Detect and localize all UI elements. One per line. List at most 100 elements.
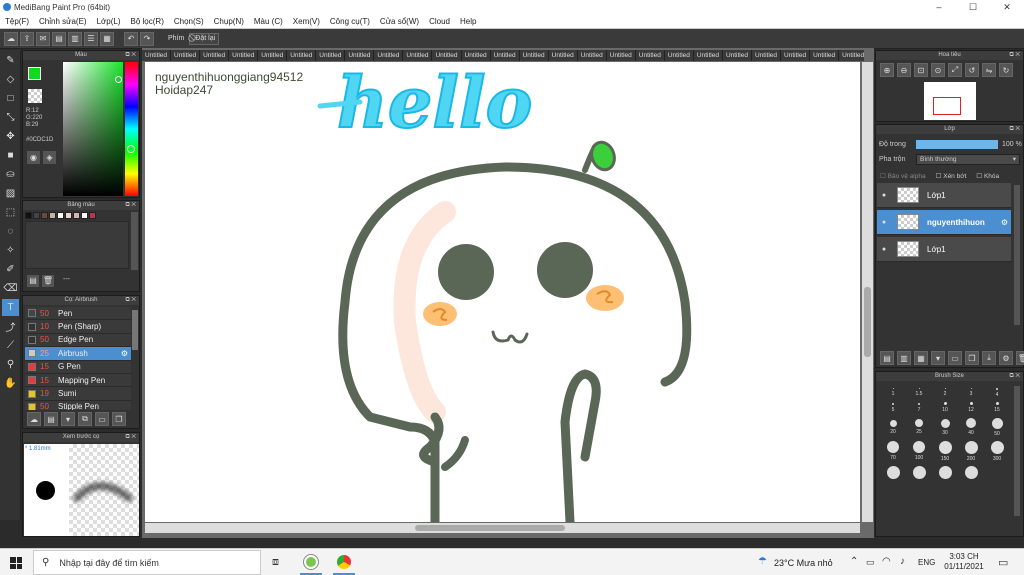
medibang-taskbar-icon[interactable]: [304, 555, 318, 569]
document-tab[interactable]: Untitled: [432, 50, 462, 61]
menu-item-5[interactable]: Chụp(N): [209, 17, 249, 26]
move-tool-icon[interactable]: ✥: [2, 128, 19, 145]
panel-controls-icon[interactable]: ⧉ ✕: [1009, 51, 1020, 60]
zoom-fit-icon[interactable]: ⊡: [914, 63, 928, 77]
palette-swatch[interactable]: [65, 212, 72, 219]
eraser-tool-icon[interactable]: ◇: [2, 71, 19, 88]
navigator-viewport[interactable]: [933, 97, 961, 115]
palette-swatch[interactable]: [81, 212, 88, 219]
lasso-tool-icon[interactable]: ◌: [2, 223, 19, 240]
brush-size-option[interactable]: 20: [880, 415, 906, 439]
document-tab[interactable]: Untitled: [345, 50, 375, 61]
new-palette-icon[interactable]: ▤: [27, 275, 39, 287]
redo-icon[interactable]: ↷: [140, 31, 154, 46]
undo-icon[interactable]: ↶: [124, 31, 138, 46]
document-tab[interactable]: Untitled: [520, 50, 549, 61]
brush-folder-icon[interactable]: ▭: [95, 412, 109, 426]
brush-size-option[interactable]: 150: [932, 439, 958, 463]
duplicate-layer-icon[interactable]: ❐: [965, 351, 979, 365]
brush-add-icon[interactable]: ▤: [44, 412, 58, 426]
new-halftone-layer-icon[interactable]: ▥: [897, 351, 911, 365]
divide-tool-icon[interactable]: ⟋: [2, 337, 19, 354]
palette-swatch[interactable]: [49, 212, 56, 219]
menu-item-7[interactable]: Xem(V): [288, 17, 325, 26]
brush-list-scrollbar[interactable]: [132, 310, 138, 350]
brush-item[interactable]: 50 Stipple Pen: [25, 400, 131, 410]
add-layer-menu-icon[interactable]: ▾: [931, 351, 945, 365]
rotate-left-icon[interactable]: ↺: [965, 63, 979, 77]
hand-tool-icon[interactable]: ✋: [2, 375, 19, 392]
select-eraser-tool-icon[interactable]: ⌫: [2, 280, 19, 297]
saturation-value-square[interactable]: [63, 62, 123, 196]
document-tab[interactable]: Untitled: [607, 50, 636, 61]
document-tab[interactable]: Untitled: [200, 50, 230, 61]
palette-swatch[interactable]: [41, 212, 48, 219]
cloud-icon[interactable]: ☁: [4, 31, 18, 46]
palette-swatch[interactable]: [25, 212, 32, 219]
maximize-button[interactable]: ☐: [956, 0, 990, 15]
layer-visibility-icon[interactable]: ●: [877, 192, 891, 199]
list-icon[interactable]: ☰: [84, 31, 98, 46]
document-tab[interactable]: Untitled: [723, 50, 752, 61]
brush-size-option[interactable]: 2: [932, 385, 958, 400]
layer-row[interactable]: ● Lớp1: [877, 237, 1011, 262]
document-tab[interactable]: Untitled: [781, 50, 811, 61]
brush-size-option[interactable]: 300: [984, 439, 1010, 463]
color-picker-icon[interactable]: ◈: [43, 151, 56, 164]
comment-icon[interactable]: ✉: [36, 31, 50, 46]
layer-scrollbar[interactable]: [1014, 185, 1020, 325]
rect-tool-icon[interactable]: □: [2, 90, 19, 107]
brush-size-option[interactable]: 7: [906, 400, 932, 415]
vertical-scrollbar[interactable]: [862, 62, 873, 522]
brush-item[interactable]: 10 Pen (Sharp): [25, 320, 131, 334]
menu-item-8[interactable]: Công cụ(T): [325, 17, 375, 26]
palette-icon[interactable]: ◉: [27, 151, 40, 164]
operation-tool-icon[interactable]: ⤴: [2, 318, 19, 335]
select-tool-icon[interactable]: ⬚: [2, 204, 19, 221]
document-tab[interactable]: Untitled: [258, 50, 288, 61]
brush-duplicate-icon[interactable]: ❐: [112, 412, 126, 426]
magic-wand-tool-icon[interactable]: ✧: [2, 242, 19, 259]
clock-date[interactable]: 01/11/2021: [943, 562, 985, 572]
clock-time[interactable]: 3:03 CH: [943, 552, 985, 562]
merge-layer-icon[interactable]: ⤓: [982, 351, 996, 365]
brush-add-menu-icon[interactable]: ▾: [61, 412, 75, 426]
zoom-out-icon[interactable]: ⊖: [897, 63, 911, 77]
delete-palette-icon[interactable]: 🗑: [42, 275, 54, 287]
layer-settings-icon[interactable]: ⚙: [999, 351, 1013, 365]
brush-item[interactable]: 50 Pen: [25, 307, 131, 321]
menu-item-6[interactable]: Màu (C): [249, 17, 288, 26]
document-tab[interactable]: Untitled: [839, 50, 864, 61]
menu-item-9[interactable]: Cửa sổ(W): [375, 17, 424, 26]
notification-icon[interactable]: ▭: [998, 556, 1008, 569]
panel-controls-icon[interactable]: ⧉ ✕: [125, 433, 136, 442]
brush-size-option[interactable]: 3: [958, 385, 984, 400]
horizontal-scrollbar[interactable]: [145, 523, 860, 533]
menu-item-2[interactable]: Lớp(L): [92, 17, 126, 26]
brush-cloud-icon[interactable]: ☁: [27, 412, 41, 426]
brush-size-option[interactable]: [880, 463, 906, 483]
lock-checkbox[interactable]: ☐ Khóa: [976, 172, 999, 180]
volume-icon[interactable]: ♪: [900, 556, 905, 567]
brush-tool-icon[interactable]: ✎: [2, 52, 19, 69]
brush-size-option[interactable]: 70: [880, 439, 906, 463]
network-icon[interactable]: ▭: [866, 557, 875, 568]
document-tab[interactable]: Untitled: [462, 50, 491, 61]
brush-size-option[interactable]: 100: [906, 439, 932, 463]
layer-row[interactable]: ● Lớp1: [877, 183, 1011, 208]
document-tab[interactable]: Untitled: [287, 50, 317, 61]
fit-window-icon[interactable]: ⤢: [948, 63, 962, 77]
panel-controls-icon[interactable]: ⧉ ✕: [1009, 372, 1020, 381]
menu-item-3[interactable]: Bộ lọc(R): [126, 17, 169, 26]
document-tab[interactable]: Untitled: [578, 50, 607, 61]
brush-item[interactable]: 50 Edge Pen: [25, 333, 131, 348]
brush-size-option[interactable]: 5: [880, 400, 906, 415]
foreground-color-swatch[interactable]: [28, 67, 41, 80]
flip-icon[interactable]: ⇋: [982, 63, 996, 77]
brush-settings-icon[interactable]: ⚙: [121, 349, 128, 358]
windows-start-icon[interactable]: [10, 557, 22, 569]
document-tab[interactable]: Untitled: [316, 50, 346, 61]
drawing-canvas[interactable]: hello nguyenthihuonggiang94512 Hoidap247: [145, 62, 860, 522]
brush-size-option[interactable]: 12: [958, 400, 984, 415]
panel-controls-icon[interactable]: ⧉ ✕: [125, 296, 136, 305]
